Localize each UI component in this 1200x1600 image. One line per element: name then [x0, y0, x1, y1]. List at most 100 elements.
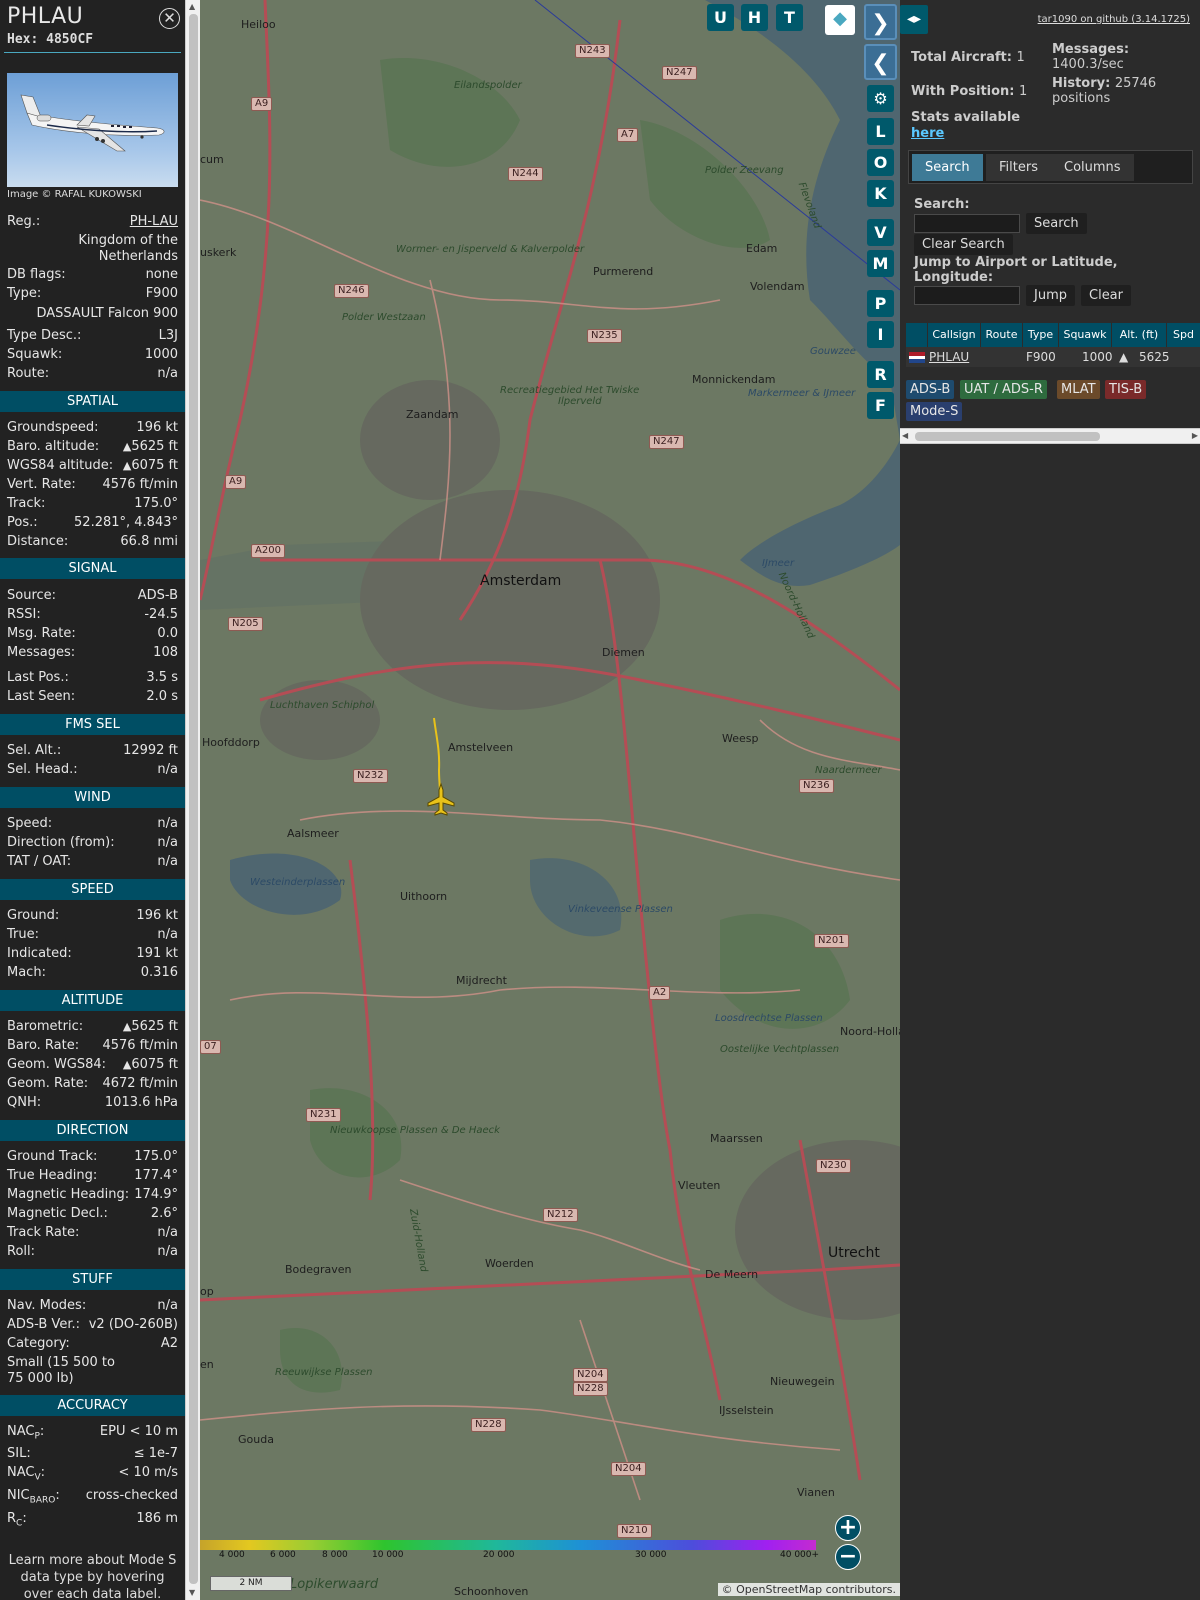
- geomrate-label: Geom. Rate:: [7, 1076, 89, 1091]
- thead-row: True Heading: 177.4°: [7, 1167, 178, 1185]
- table-horizontal-scrollbar[interactable]: ◀ ▶: [900, 428, 1200, 444]
- map-button-p[interactable]: P: [867, 290, 894, 317]
- gtrack-row: Ground Track: 175.0°: [7, 1148, 178, 1166]
- map-view[interactable]: Heiloo Eilandspolder Polder Zeevang Flev…: [200, 0, 900, 1600]
- attribution-rest: contributors.: [825, 1583, 896, 1596]
- map-place: Zaandam: [406, 408, 459, 421]
- map-button-u[interactable]: U: [707, 4, 734, 31]
- squawk-row: Squawk: 1000: [7, 346, 178, 364]
- map-button-r[interactable]: R: [867, 361, 894, 388]
- scroll-right-arrow-icon[interactable]: ▶: [1192, 431, 1198, 440]
- map-place: Schoonhoven: [454, 1585, 529, 1598]
- col-callsign[interactable]: Callsign: [928, 323, 981, 347]
- qnh-label: QNH:: [7, 1095, 42, 1110]
- row-callsign[interactable]: PHLAU: [929, 347, 969, 367]
- map-place: Recreatiegebied Het Twiske: [500, 385, 640, 396]
- map-button-m[interactable]: M: [867, 250, 894, 277]
- nacv-label: NACV:: [7, 1465, 46, 1483]
- map-place: Nieuwkoopse Plassen & De Haeck: [330, 1125, 500, 1136]
- road-shield: N232: [353, 769, 388, 783]
- col-flag[interactable]: [906, 323, 928, 347]
- map-button-l[interactable]: L: [867, 118, 894, 145]
- road-shield: A200: [251, 544, 285, 558]
- map-place: Gouwzee: [810, 346, 856, 357]
- map-button-o[interactable]: O: [867, 149, 894, 176]
- zoom-in-icon[interactable]: +: [835, 1515, 861, 1541]
- category-desc: Small (15 500 to 75 000 lb): [7, 1355, 115, 1386]
- nicbaro-label-main: NIC: [7, 1488, 30, 1503]
- source-label: Source:: [7, 588, 57, 603]
- true-speed-label: True:: [7, 927, 39, 942]
- map-button-h[interactable]: H: [741, 4, 768, 31]
- tab-filters[interactable]: Filters: [986, 154, 1051, 181]
- route-label: Route:: [7, 366, 50, 381]
- jump-input[interactable]: [914, 286, 1020, 305]
- collapse-left-arrow-icon[interactable]: ❮: [864, 44, 897, 80]
- gtrack-label: Ground Track:: [7, 1149, 98, 1164]
- info-panel-scrollbar[interactable]: ▲ ▼: [185, 0, 200, 1600]
- tab-search[interactable]: Search: [912, 154, 983, 181]
- search-input[interactable]: [914, 214, 1020, 233]
- scroll-up-arrow-icon[interactable]: ▲: [189, 2, 195, 11]
- type-row: Type: F900: [7, 285, 178, 303]
- typedesc-row: Type Desc.: L3J: [7, 327, 178, 345]
- roll-row: Roll: n/a: [7, 1243, 178, 1261]
- map-place: IJsselstein: [719, 1404, 774, 1417]
- col-type[interactable]: Type: [1023, 323, 1059, 347]
- col-route[interactable]: Route: [981, 323, 1023, 347]
- vert-rate-row: Vert. Rate: 4576 ft/min: [7, 476, 178, 494]
- clear-search-button[interactable]: Clear Search: [914, 234, 1013, 255]
- category-row: Category: A2: [7, 1335, 178, 1353]
- scrollbar-thumb[interactable]: [189, 14, 198, 1584]
- category-label: Category:: [7, 1336, 70, 1351]
- stats-here-link[interactable]: here: [911, 126, 944, 141]
- map-place: en: [200, 1358, 214, 1371]
- expand-right-arrow-icon[interactable]: ❯: [864, 4, 897, 40]
- map-place: Diemen: [602, 646, 645, 659]
- map-button-k[interactable]: K: [867, 180, 894, 207]
- map-button-v[interactable]: V: [867, 219, 894, 246]
- barometric-value-wrap: ▲5625 ft: [123, 1018, 178, 1036]
- map-place: Ilperveld: [558, 396, 602, 407]
- close-icon[interactable]: ✕: [159, 8, 180, 29]
- map-button-f[interactable]: F: [867, 392, 894, 419]
- altitude-color-legend: [200, 1540, 816, 1550]
- col-squawk[interactable]: Squawk: [1059, 323, 1112, 347]
- map-place: Purmerend: [593, 265, 654, 278]
- col-alt[interactable]: Alt. (ft): [1112, 323, 1167, 347]
- section-stuff: STUFF: [0, 1269, 185, 1290]
- road-shield: N243: [575, 44, 610, 58]
- tab-columns[interactable]: Columns: [1051, 154, 1134, 181]
- gtrack-value: 175.0°: [134, 1149, 178, 1164]
- ind-speed-row: Indicated: 191 kt: [7, 945, 178, 963]
- sil-value: ≤ 1e-7: [133, 1446, 178, 1461]
- trate-value: n/a: [157, 1225, 178, 1240]
- zoom-out-icon[interactable]: −: [835, 1544, 861, 1570]
- search-button[interactable]: Search: [1026, 213, 1087, 234]
- scroll-down-arrow-icon[interactable]: ▼: [189, 1588, 195, 1597]
- jump-button[interactable]: Jump: [1026, 285, 1075, 306]
- geomrate-row: Geom. Rate: 4672 ft/min: [7, 1075, 178, 1093]
- map-button-t[interactable]: T: [776, 4, 803, 31]
- clear-jump-button[interactable]: Clear: [1081, 285, 1131, 306]
- nicbaro-label: NICBARO:: [7, 1488, 60, 1506]
- sidebar-resize-arrows-icon[interactable]: ◂▸: [900, 5, 928, 34]
- rssi-label: RSSI:: [7, 607, 41, 622]
- scroll-left-arrow-icon[interactable]: ◀: [902, 431, 908, 440]
- col-speed[interactable]: Spd: [1167, 323, 1200, 347]
- layers-icon[interactable]: ◆: [825, 5, 855, 35]
- aircraft-photo[interactable]: [7, 73, 178, 187]
- github-link[interactable]: tar1090 on github (3.14.1725): [1038, 14, 1190, 25]
- attribution-link[interactable]: OpenStreetMap: [736, 1583, 822, 1596]
- settings-gear-icon[interactable]: ⚙: [867, 85, 894, 112]
- reg-link[interactable]: PH-LAU: [130, 213, 178, 231]
- map-place: Bodegraven: [285, 1263, 352, 1276]
- map-place: Westeinderplassen: [250, 877, 346, 888]
- pos-row: Pos.: 52.281°, 4.843°: [7, 514, 178, 532]
- map-place: Monnickendam: [692, 373, 776, 386]
- table-row[interactable]: PHLAU F900 1000 ▲ 5625: [906, 347, 1200, 367]
- map-button-i[interactable]: I: [867, 321, 894, 348]
- horizontal-scrollbar-thumb[interactable]: [915, 432, 1100, 441]
- rssi-row: RSSI: -24.5: [7, 606, 178, 624]
- dbflags-row: DB flags: none: [7, 266, 178, 284]
